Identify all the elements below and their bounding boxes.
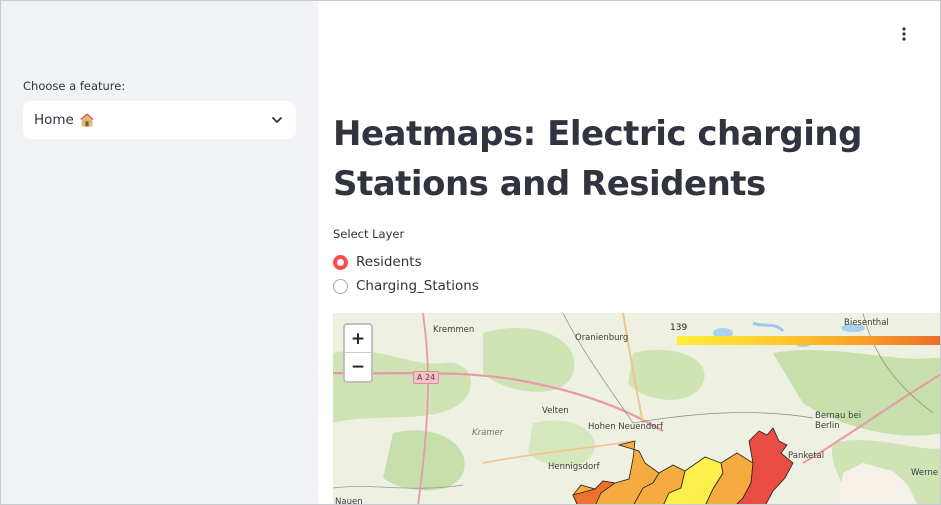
radio-option-label: Residents [356,254,422,270]
map-place-label: Kremmen [433,325,475,335]
zoom-control: + − [343,323,373,383]
main-menu-button[interactable] [894,23,914,45]
map-place-label: Werne [911,468,939,478]
feature-select-value: Home [34,112,270,128]
feature-select[interactable]: Home [23,101,296,139]
map-place-label: Velten [542,406,569,416]
layer-radio-label: Select Layer [333,227,405,241]
page-title-line-2: Stations and Residents [333,164,766,204]
house-emoji-icon [79,113,94,127]
sidebar: Choose a feature: Home [1,1,318,504]
road-shield-label: A 24 [413,371,440,384]
heatmap-map[interactable]: Kremmen Oranienburg Biesenthal Velten Kr… [333,313,940,505]
map-place-label: Biesenthal [844,318,889,328]
radio-option-charging-stations[interactable]: Charging_Stations [333,278,479,294]
page-title-line-1: Heatmaps: Electric charging [333,114,862,154]
kebab-menu-icon [902,27,906,41]
legend-min-label: 139 [670,323,688,333]
chevron-down-icon [272,117,282,123]
radio-button[interactable] [333,278,348,294]
main-content: Heatmaps: Electric charging Stations and… [318,1,940,505]
map-place-label: Nauen [335,497,363,505]
feature-select-label: Choose a feature: [23,79,126,93]
map-place-label: Oranienburg [575,333,629,343]
app-window: Choose a feature: Home Heatmaps: Electri… [0,0,941,505]
radio-option-residents[interactable]: Residents [333,254,422,270]
map-place-label: Kramer [472,428,504,438]
zoom-out-button[interactable]: − [345,353,371,381]
map-place-label: Hohen Neuendorf [588,422,663,432]
heatmap-color-legend [677,336,940,345]
radio-button-selected[interactable] [333,254,348,270]
zoom-in-button[interactable]: + [345,325,371,353]
radio-option-label: Charging_Stations [356,278,479,294]
page-title: Heatmaps: Electric charging Stations and… [333,109,893,209]
map-place-label: Panketal [788,451,825,461]
map-place-label: Hennigsdorf [548,462,600,472]
feature-select-text: Home [34,112,74,128]
map-place-label: Bernau bei Berlin [815,411,862,431]
